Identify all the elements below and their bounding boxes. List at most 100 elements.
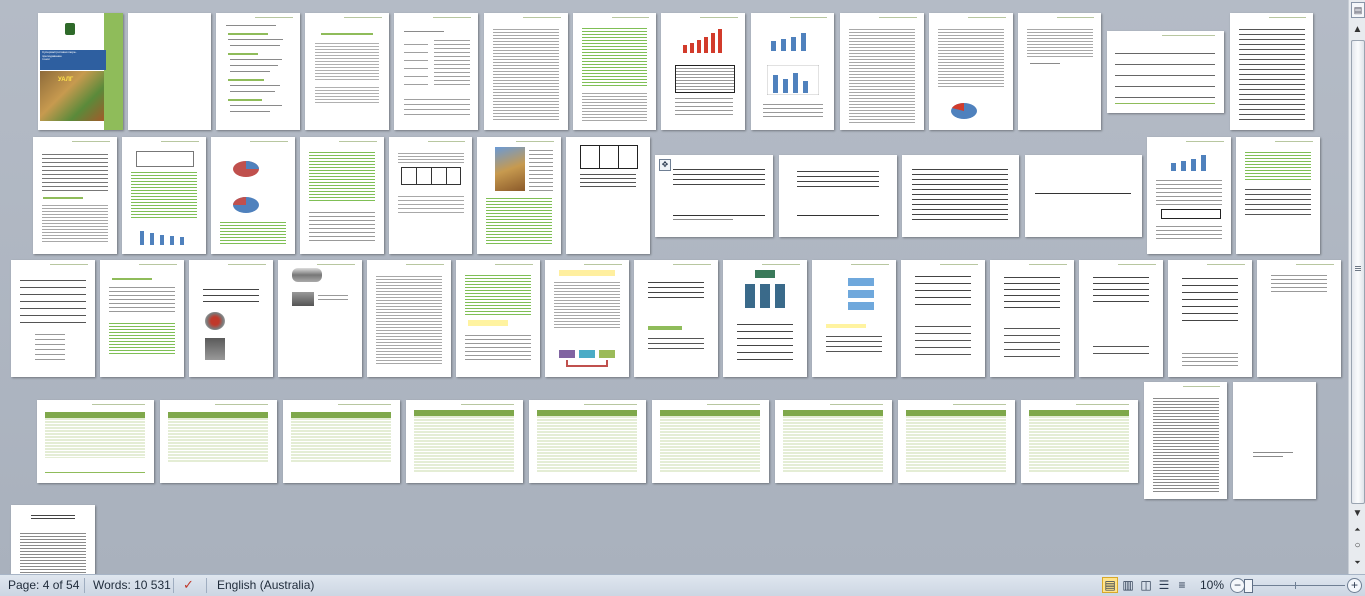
document-page-46-landscape[interactable] xyxy=(406,400,523,483)
document-page-52[interactable] xyxy=(1144,382,1227,499)
document-page-1[interactable]: Суперкастриговая пюре- преподавание тоно… xyxy=(38,13,123,130)
scroll-up-icon[interactable]: ▲ xyxy=(1349,22,1365,38)
cover-green-strip xyxy=(104,13,123,130)
document-page-5[interactable] xyxy=(394,13,478,130)
document-page-13-landscape[interactable] xyxy=(1107,31,1224,113)
document-page-20[interactable] xyxy=(477,137,561,254)
process-flow-diagram xyxy=(559,350,615,367)
scroll-down-icon[interactable]: ▼ xyxy=(1349,506,1365,522)
tank-photo xyxy=(292,268,322,282)
document-page-22-landscape[interactable]: ✥ xyxy=(655,155,773,237)
cover-logo xyxy=(65,23,75,35)
flow-boxes-diagram xyxy=(848,278,874,310)
document-page-50-landscape[interactable] xyxy=(898,400,1015,483)
zoom-out-icon[interactable]: − xyxy=(1230,578,1245,593)
document-canvas[interactable]: Суперкастриговая пюре- преподавание тоно… xyxy=(0,0,1348,574)
document-page-41[interactable] xyxy=(1168,260,1252,377)
document-page-32[interactable] xyxy=(367,260,451,377)
language-indicator[interactable]: English (Australia) xyxy=(217,578,314,592)
cover-title-band: Суперкастриговая пюре- преподавание тоно… xyxy=(40,50,106,70)
zoom-level[interactable]: 10% xyxy=(1200,578,1224,592)
document-page-12[interactable] xyxy=(1018,13,1101,130)
document-page-19[interactable] xyxy=(389,137,472,254)
document-page-9[interactable] xyxy=(751,13,834,130)
document-page-45-landscape[interactable] xyxy=(283,400,400,483)
document-page-47-landscape[interactable] xyxy=(529,400,646,483)
document-page-31[interactable] xyxy=(278,260,362,377)
document-page-21[interactable] xyxy=(566,137,650,254)
outline-icon[interactable]: ☰ xyxy=(1156,577,1172,593)
page-indicator[interactable]: Page: 4 of 54 xyxy=(8,578,79,592)
bar-chart-blue-2 xyxy=(767,65,819,95)
document-page-24-landscape[interactable] xyxy=(902,155,1019,237)
prev-page-icon[interactable]: ⏶ xyxy=(1349,522,1365,538)
zoom-slider-knob[interactable] xyxy=(1244,579,1253,593)
cover-title-line-3: тоноп xyxy=(42,57,50,62)
document-page-3[interactable] xyxy=(216,13,300,130)
document-page-35[interactable] xyxy=(634,260,718,377)
document-page-6[interactable] xyxy=(484,13,568,130)
document-page-17[interactable] xyxy=(211,137,295,254)
document-page-44-landscape[interactable] xyxy=(160,400,277,483)
document-page-8[interactable] xyxy=(661,13,745,130)
select-browse-object-icon[interactable]: ○ xyxy=(1349,538,1365,554)
document-page-28[interactable] xyxy=(11,260,95,377)
document-page-42[interactable] xyxy=(1257,260,1341,377)
document-page-39[interactable] xyxy=(990,260,1074,377)
bar-chart-blue-3 xyxy=(140,231,184,245)
vertical-scrollbar[interactable]: ▤ ▲ ▼ ⏶ ○ ⏷ xyxy=(1348,0,1365,574)
document-page-18[interactable] xyxy=(300,137,384,254)
document-page-38[interactable] xyxy=(901,260,985,377)
cover-photo: УАЛГ xyxy=(40,71,104,121)
pie-chart xyxy=(951,103,977,119)
status-bar: Page: 4 of 54 Words: 10 531 ✓ English (A… xyxy=(0,574,1365,596)
pie-chart-3 xyxy=(233,197,259,213)
document-page-51-landscape[interactable] xyxy=(1021,400,1138,483)
bar-chart-red xyxy=(683,29,722,53)
draft-icon[interactable]: ≡ xyxy=(1174,577,1190,593)
next-page-icon[interactable]: ⏷ xyxy=(1349,555,1365,571)
document-page-15[interactable] xyxy=(33,137,117,254)
web-layout-icon[interactable]: ◫ xyxy=(1138,577,1154,593)
document-page-27[interactable] xyxy=(1236,137,1320,254)
document-page-4[interactable] xyxy=(305,13,389,130)
document-page-26[interactable] xyxy=(1147,137,1231,254)
document-page-16[interactable] xyxy=(122,137,206,254)
cover-brand: УАЛГ xyxy=(58,77,74,83)
network-diagram xyxy=(745,270,785,308)
document-page-29[interactable] xyxy=(100,260,184,377)
document-page-33[interactable] xyxy=(456,260,540,377)
document-page-2[interactable] xyxy=(128,13,211,130)
ruler-toggle-icon[interactable]: ▤ xyxy=(1351,2,1365,18)
document-page-14[interactable] xyxy=(1230,13,1313,130)
print-layout-icon[interactable]: ▤ xyxy=(1102,577,1118,593)
pie-chart-2 xyxy=(233,161,259,177)
word-count[interactable]: Words: 10 531 xyxy=(93,578,171,592)
document-page-34[interactable] xyxy=(545,260,629,377)
equipment-photo xyxy=(292,292,314,306)
document-page-10[interactable] xyxy=(840,13,924,130)
document-page-54[interactable] xyxy=(11,505,95,574)
document-page-7[interactable] xyxy=(573,13,656,130)
document-page-36[interactable] xyxy=(723,260,807,377)
full-screen-reading-icon[interactable]: ▥ xyxy=(1120,577,1136,593)
table-move-handle-icon[interactable]: ✥ xyxy=(659,159,671,171)
bar-chart-blue-4 xyxy=(1171,155,1206,171)
embedded-cover-image xyxy=(495,147,525,191)
proofing-icon[interactable]: ✓ xyxy=(183,577,194,593)
document-page-53[interactable] xyxy=(1233,382,1316,499)
document-page-43-landscape[interactable] xyxy=(37,400,154,483)
scroll-thumb[interactable] xyxy=(1351,40,1365,504)
document-page-40[interactable] xyxy=(1079,260,1163,377)
document-page-30[interactable] xyxy=(189,260,273,377)
document-page-23-landscape[interactable] xyxy=(779,155,897,237)
document-page-37[interactable] xyxy=(812,260,896,377)
document-page-11[interactable] xyxy=(929,13,1013,130)
document-page-48-landscape[interactable] xyxy=(652,400,769,483)
machine-photo-1 xyxy=(205,312,225,330)
zoom-in-icon[interactable]: + xyxy=(1347,578,1362,593)
document-page-25-landscape[interactable] xyxy=(1025,155,1142,237)
machine-photo-2 xyxy=(205,338,225,360)
document-page-49-landscape[interactable] xyxy=(775,400,892,483)
bar-chart-blue-1 xyxy=(771,33,806,51)
